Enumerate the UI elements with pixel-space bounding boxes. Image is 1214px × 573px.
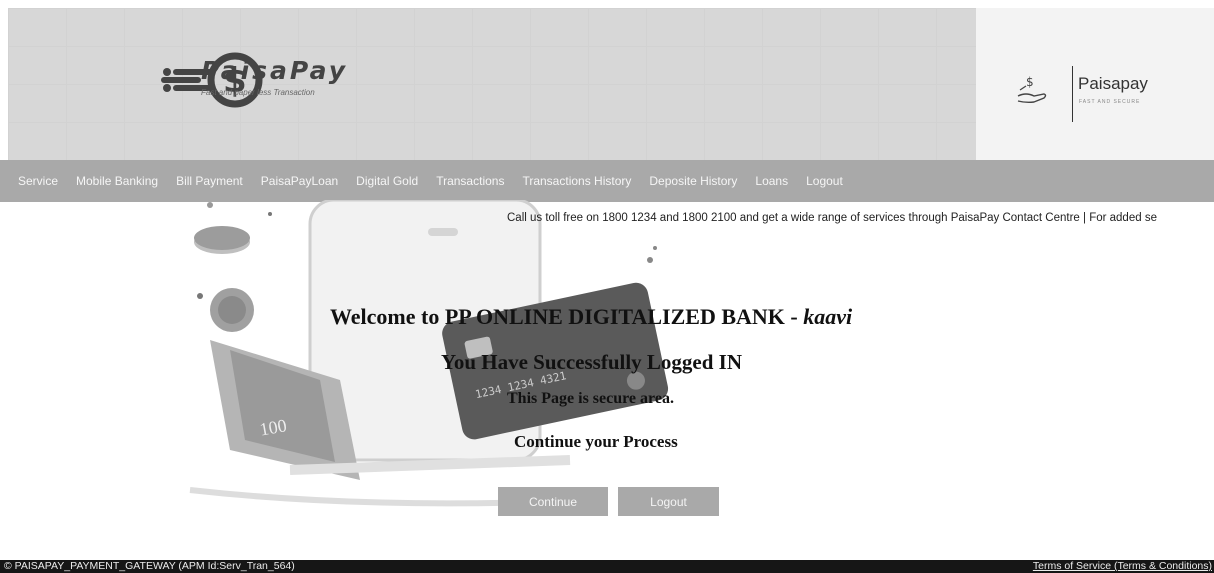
username: kaavi [803, 304, 853, 329]
login-success-text: You Have Successfully Logged IN [441, 350, 743, 374]
brand-title: PaisaPay [201, 56, 349, 85]
nav-loans[interactable]: Loans [755, 174, 788, 188]
nav-deposite-history[interactable]: Deposite History [649, 174, 737, 188]
main-nav: Service Mobile Banking Bill Payment Pais… [0, 160, 1214, 202]
nav-transactions-history[interactable]: Transactions History [522, 174, 631, 188]
nav-transactions[interactable]: Transactions [436, 174, 504, 188]
logout-button[interactable]: Logout [618, 487, 719, 516]
footer: © PAISAPAY_PAYMENT_GATEWAY (APM Id:Serv_… [0, 560, 1214, 573]
money-hand-icon: $ [1017, 75, 1047, 104]
nav-bill-payment[interactable]: Bill Payment [176, 174, 243, 188]
right-brand-name: Paisapay [1078, 74, 1148, 93]
continue-process-text: Continue your Process [514, 432, 678, 451]
nav-mobile-banking[interactable]: Mobile Banking [76, 174, 158, 188]
terms-link[interactable]: Terms of Service (Terms & Conditions) [1033, 560, 1212, 572]
nav-digital-gold[interactable]: Digital Gold [356, 174, 418, 188]
continue-button[interactable]: Continue [498, 487, 608, 516]
footer-copyright: © PAISAPAY_PAYMENT_GATEWAY (APM Id:Serv_… [4, 560, 295, 572]
right-brand-sub: FAST AND SECURE [1079, 99, 1141, 105]
contact-ticker: Call us toll free on 1800 1234 and 1800 … [507, 212, 1157, 224]
nav-logout[interactable]: Logout [806, 174, 843, 188]
logo-divider [1072, 66, 1073, 122]
secure-area-text: This Page is secure area. [507, 390, 674, 407]
brand-tagline: Fast and paper less Transaction [201, 88, 315, 97]
welcome-text: Welcome to PP ONLINE DIGITALIZED BANK - [330, 304, 804, 329]
header-banner: $ PaisaPay Fast and paper less Transacti… [8, 8, 976, 160]
nav-paisapayloan[interactable]: PaisaPayLoan [261, 174, 338, 188]
svg-text:$: $ [1026, 75, 1034, 89]
right-logo-panel: $ Paisapay FAST AND SECURE [976, 8, 1214, 160]
welcome-heading: Welcome to PP ONLINE DIGITALIZED BANK - … [330, 304, 910, 330]
nav-service[interactable]: Service [18, 174, 58, 188]
